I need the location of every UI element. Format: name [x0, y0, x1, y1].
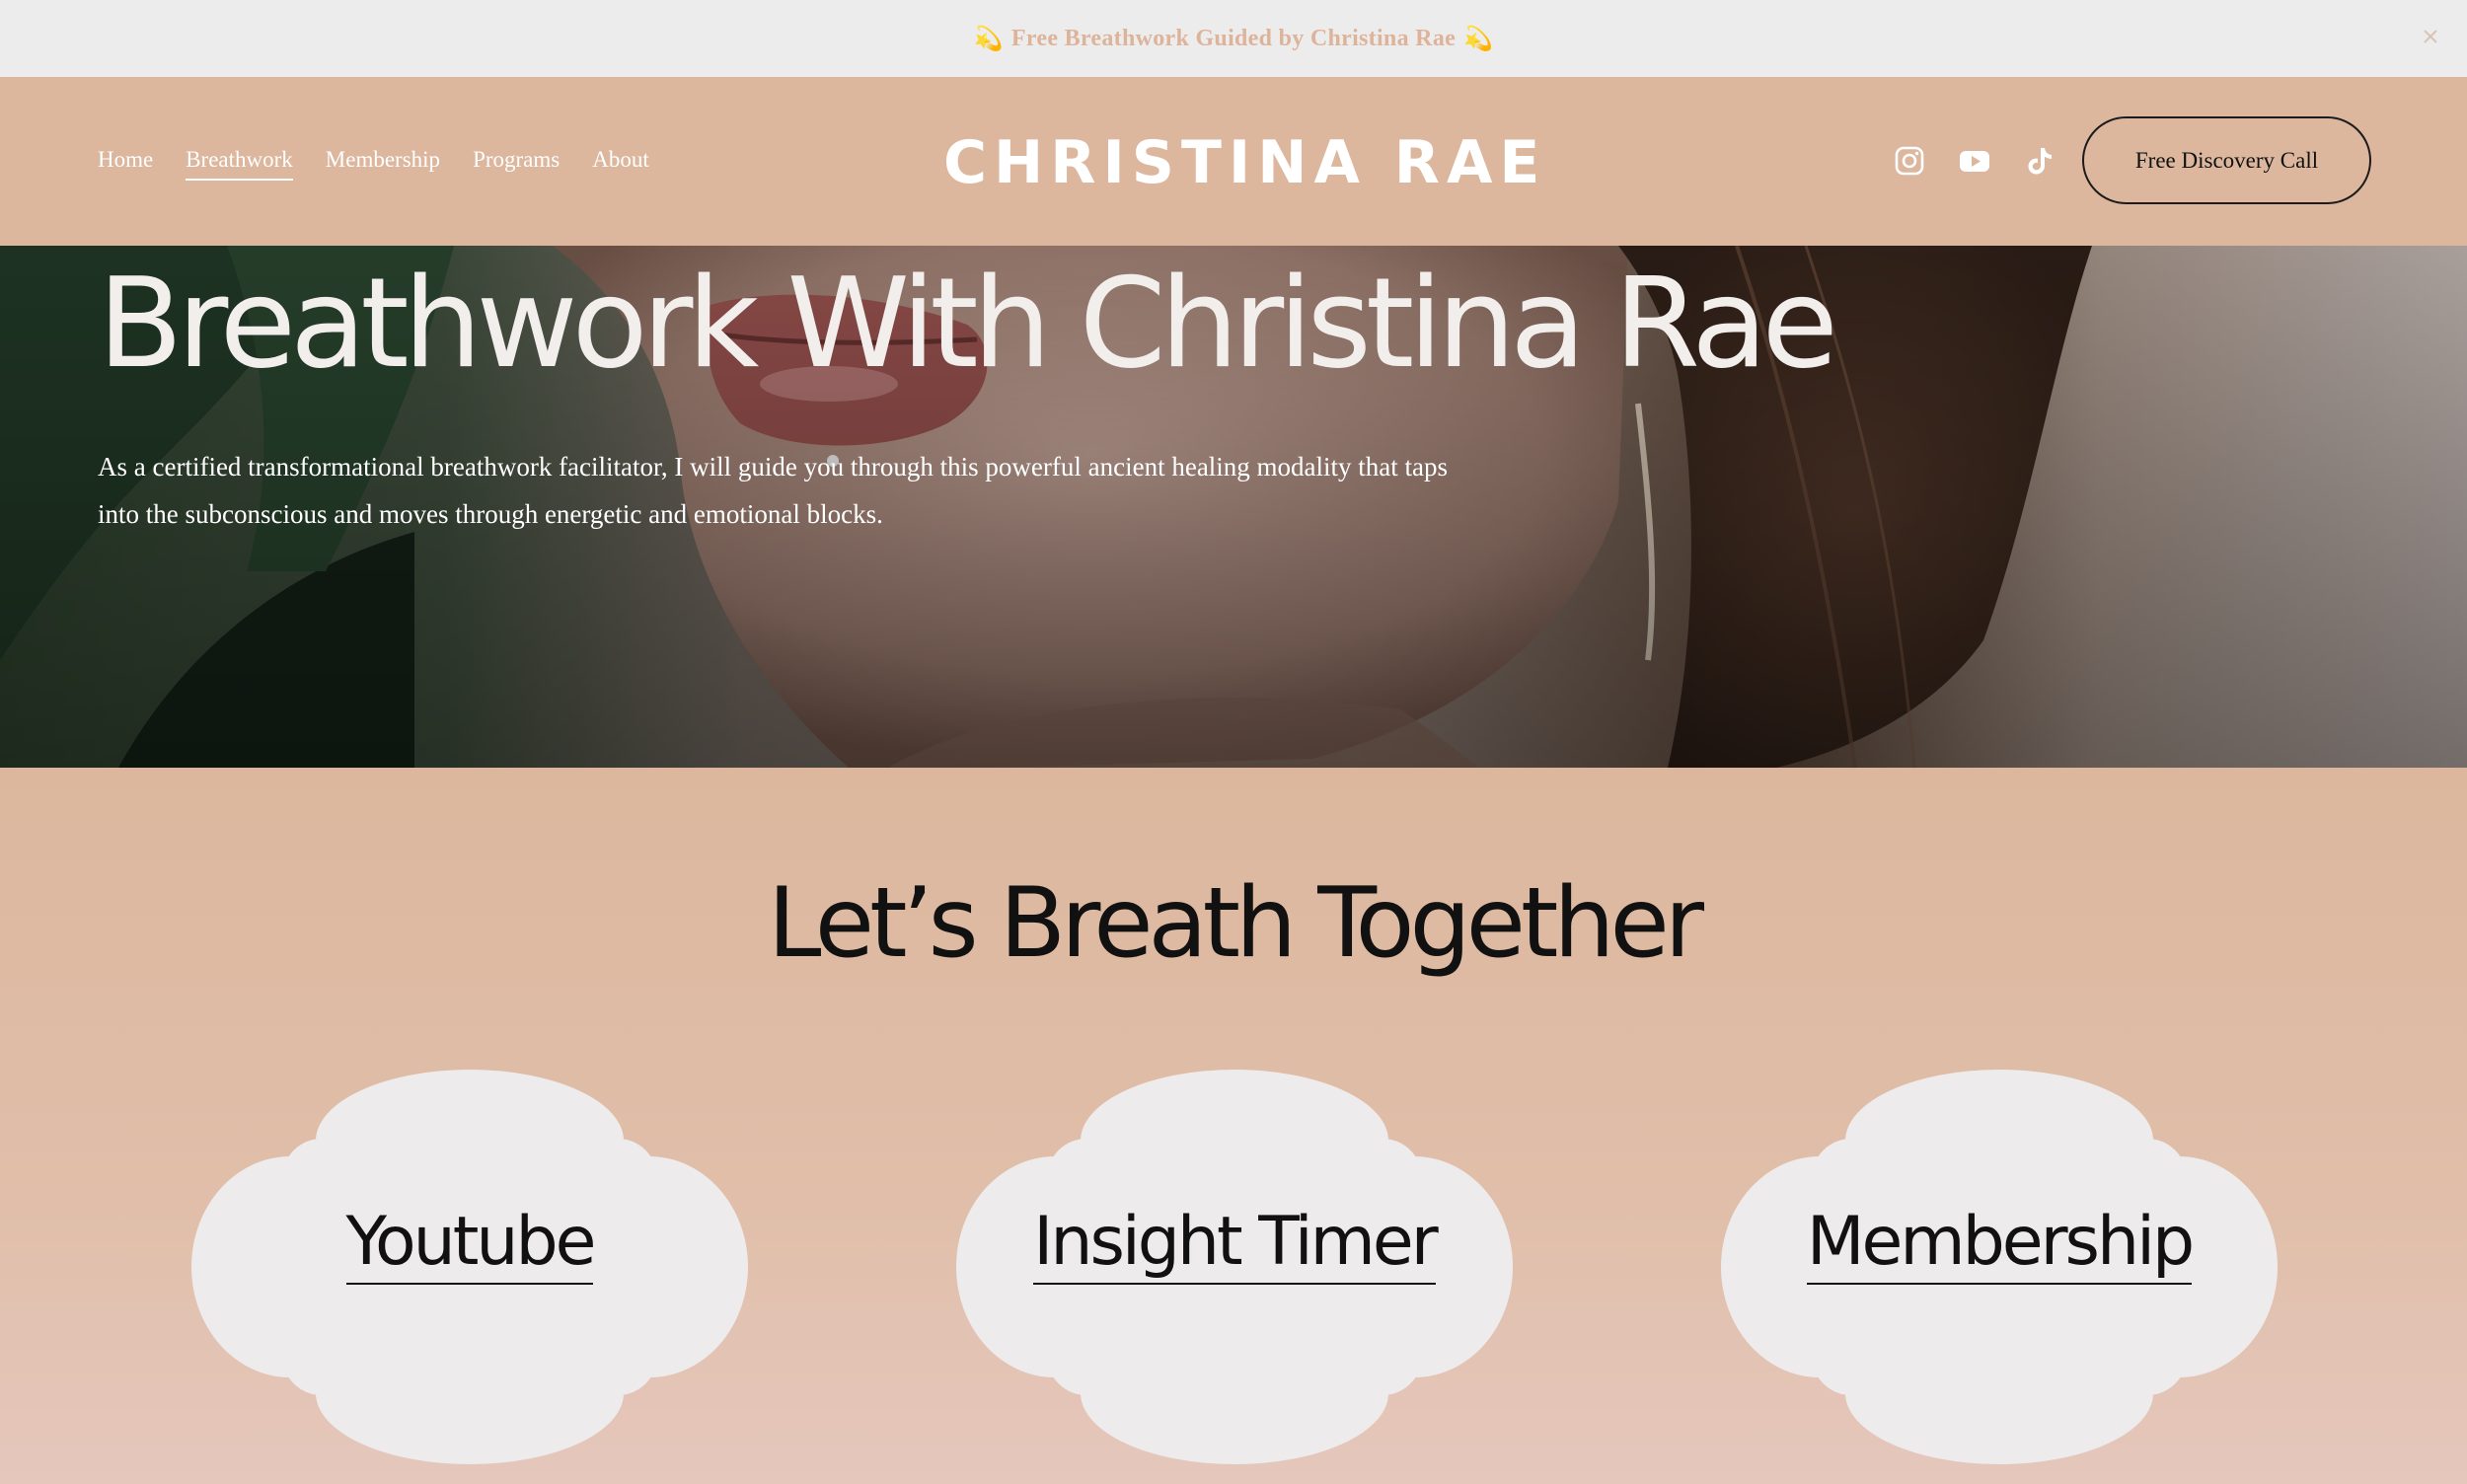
page: 💫 Free Breathwork Guided by Christina Ra… — [0, 0, 2467, 1484]
nav-about[interactable]: About — [592, 147, 649, 181]
youtube-card[interactable]: Youtube — [191, 1070, 748, 1464]
youtube-icon[interactable] — [1958, 144, 1991, 178]
youtube-link[interactable]: Youtube — [345, 1203, 596, 1285]
free-discovery-call-button[interactable]: Free Discovery Call — [2082, 116, 2371, 204]
nav-home[interactable]: Home — [98, 147, 153, 181]
main-nav: Home Breathwork Membership Programs Abou… — [98, 147, 649, 181]
membership-link[interactable]: Membership — [1806, 1203, 2195, 1285]
site-header: Home Breathwork Membership Programs Abou… — [0, 77, 2467, 246]
hero-description: As a certified transformational breathwo… — [98, 452, 1449, 529]
hero-section: Breathwork With Christina Rae As a certi… — [0, 246, 2467, 768]
announcement-bar: 💫 Free Breathwork Guided by Christina Ra… — [0, 0, 2467, 77]
sparkle-icon: 💫 — [1463, 26, 1494, 52]
sparkle-icon: 💫 — [973, 26, 1004, 52]
nav-membership[interactable]: Membership — [326, 147, 440, 181]
nav-programs[interactable]: Programs — [473, 147, 560, 181]
site-logo[interactable]: CHRISTINA RAE — [943, 128, 1539, 197]
insight-timer-card[interactable]: Insight Timer — [956, 1070, 1513, 1464]
announcement-text: Free Breathwork Guided by Christina Rae — [1010, 25, 1457, 51]
close-icon[interactable] — [2416, 22, 2445, 51]
membership-card[interactable]: Membership — [1721, 1070, 2278, 1464]
announcement-link[interactable]: 💫 Free Breathwork Guided by Christina Ra… — [974, 25, 1494, 53]
insight-timer-link[interactable]: Insight Timer — [1033, 1203, 1439, 1285]
instagram-icon[interactable] — [1893, 144, 1926, 178]
tiktok-icon[interactable] — [2023, 144, 2056, 178]
hero-title: Breathwork With Christina Rae — [98, 251, 1838, 396]
section-title: Let’s Breath Together — [767, 867, 1704, 980]
breath-together-section: Let’s Breath Together Youtube Insight Ti… — [0, 768, 2467, 1484]
nav-breathwork[interactable]: Breathwork — [186, 147, 293, 181]
